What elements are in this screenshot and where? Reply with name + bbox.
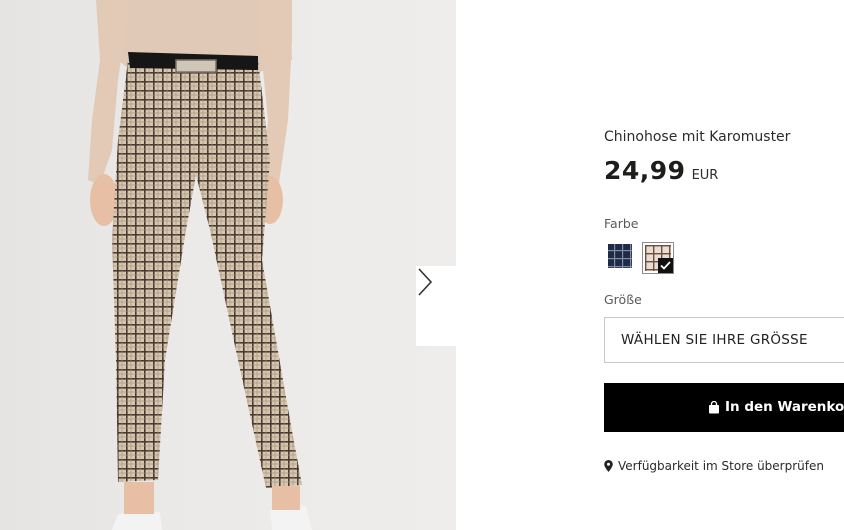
price-amount: 24,99 — [604, 156, 686, 185]
product-title: Chinohose mit Karomuster — [604, 129, 791, 145]
size-select[interactable]: WÄHLEN SIE IHRE GRÖSSE — [604, 317, 844, 363]
location-pin-icon — [604, 460, 613, 472]
selected-check-icon — [658, 258, 673, 273]
product-image — [0, 0, 456, 530]
product-details: Chinohose mit Karomuster 24,99 EUR Farbe … — [604, 0, 844, 530]
size-select-text: WÄHLEN SIE IHRE GRÖSSE — [621, 332, 808, 348]
gallery-next-button[interactable] — [416, 266, 456, 346]
color-label: Farbe — [604, 216, 639, 231]
size-label: Größe — [604, 292, 642, 307]
store-availability-label: Verfügbarkeit im Store überprüfen — [618, 459, 824, 473]
product-photo-illustration — [88, 0, 312, 530]
add-to-cart-button[interactable]: In den Warenkorb — [604, 383, 844, 432]
navy-check-swatch-image — [608, 244, 632, 268]
product-price: 24,99 EUR — [604, 156, 718, 185]
store-availability-link[interactable]: Verfügbarkeit im Store überprüfen — [604, 459, 824, 473]
shopping-bag-icon — [709, 400, 719, 413]
price-currency: EUR — [691, 168, 719, 183]
chevron-right-icon — [418, 268, 433, 296]
add-to-cart-label: In den Warenkorb — [725, 399, 844, 415]
color-swatch-beige-check[interactable] — [642, 242, 674, 274]
color-swatch-navy-check[interactable] — [606, 242, 638, 274]
